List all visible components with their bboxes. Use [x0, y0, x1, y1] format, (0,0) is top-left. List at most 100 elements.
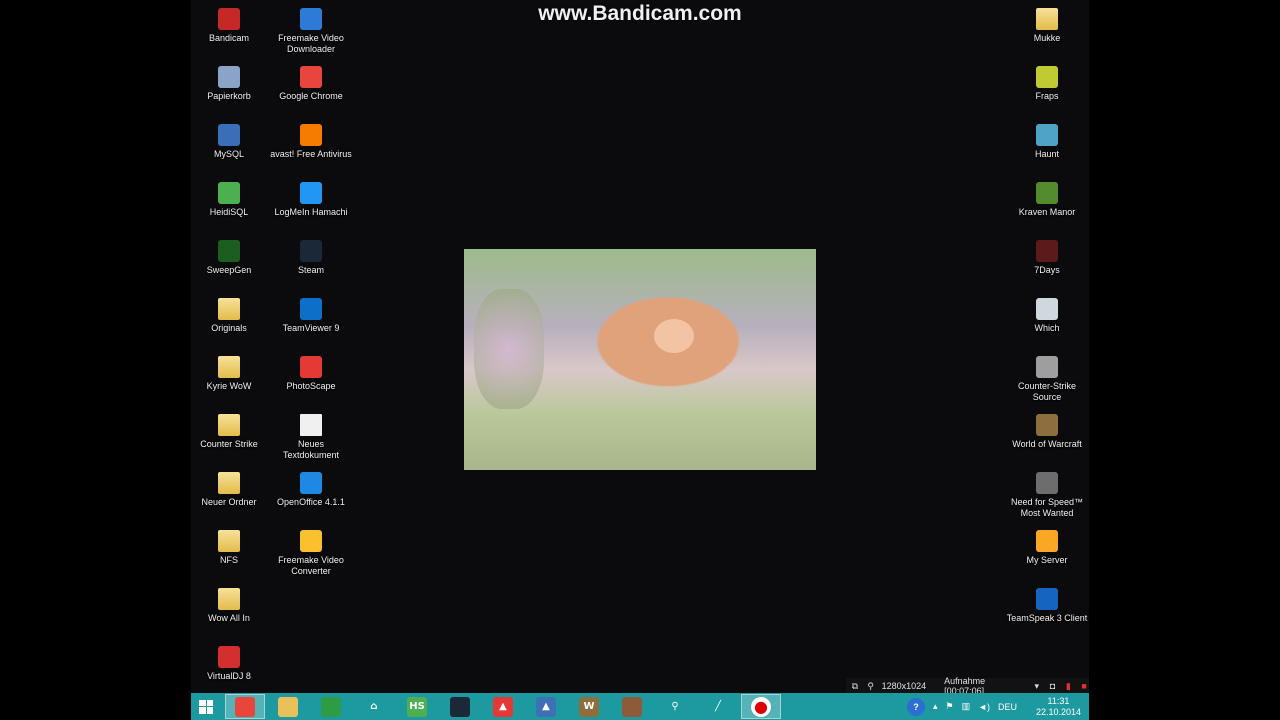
- start-button[interactable]: [191, 693, 221, 720]
- desktop-shortcut[interactable]: NFS: [191, 526, 272, 582]
- desktop-shortcut-label: Wow All In: [208, 613, 250, 623]
- desktop-shortcut-label: Counter Strike: [200, 439, 258, 449]
- desktop-shortcut[interactable]: avast! Free Antivirus: [268, 120, 354, 176]
- wallpaper-cat: [654, 319, 694, 353]
- hamachi-icon: [300, 182, 322, 204]
- desktop-shortcut[interactable]: My Server: [1004, 526, 1089, 582]
- desktop-shortcut[interactable]: Freemake Video Downloader: [268, 4, 354, 60]
- game-icon: [622, 696, 642, 717]
- taskbar-button-game[interactable]: [612, 694, 652, 719]
- zoom-icon[interactable]: ⚲: [866, 681, 876, 691]
- taskbar-button-home[interactable]: ⌂: [354, 694, 394, 719]
- desktop-shortcut-label: Kyrie WoW: [206, 381, 252, 391]
- desktop-shortcut[interactable]: 7Days: [1004, 236, 1089, 292]
- triangle-app-icon: ▲: [536, 696, 556, 717]
- desktop-shortcut-label: Need for Speed™ Most Wanted: [1010, 497, 1084, 518]
- taskbar-button-bandicam[interactable]: ●: [741, 694, 781, 719]
- haunt-icon: [1036, 124, 1058, 146]
- desktop-shortcut[interactable]: Counter-Strike Source: [1004, 352, 1089, 408]
- desktop-shortcut[interactable]: TeamViewer 9: [268, 294, 354, 350]
- desktop-shortcut[interactable]: Neues Textdokument: [268, 410, 354, 466]
- desktop-shortcut[interactable]: World of Warcraft: [1004, 410, 1089, 466]
- pause-icon[interactable]: ▮: [1063, 681, 1073, 691]
- desktop-shortcut[interactable]: Originals: [191, 294, 272, 350]
- photoscape-icon: [300, 356, 322, 378]
- taskbar-button-store[interactable]: [311, 694, 351, 719]
- taskbar-button-tool[interactable]: ╱: [698, 694, 738, 719]
- alert-icon: ▲: [493, 696, 513, 717]
- desktop-shortcut-label: Freemake Video Converter: [278, 555, 344, 576]
- taskbar-button-wow[interactable]: W: [569, 694, 609, 719]
- flag-icon[interactable]: ⚑: [946, 701, 954, 712]
- desktop-shortcut[interactable]: PhotoScape: [268, 352, 354, 408]
- taskbar-button-chrome[interactable]: [225, 694, 265, 719]
- taskbar-button-steam[interactable]: [440, 694, 480, 719]
- stop-record-icon[interactable]: ■: [1079, 681, 1089, 691]
- desktop-shortcut[interactable]: Haunt: [1004, 120, 1089, 176]
- window-icon[interactable]: ⧉: [850, 681, 860, 691]
- camera-icon[interactable]: ◘: [1048, 681, 1058, 691]
- desktop-shortcut[interactable]: Papierkorb: [191, 62, 272, 118]
- folder-icon: [218, 356, 240, 378]
- taskbar-button-app-blue[interactable]: ▲: [526, 694, 566, 719]
- network-icon[interactable]: ▥: [962, 701, 971, 712]
- windows-logo-icon: [199, 699, 213, 714]
- pen-icon: ╱: [708, 696, 728, 717]
- desktop-shortcut-label: Steam: [297, 265, 324, 275]
- kraven-manor-icon: [1036, 182, 1058, 204]
- text-document-icon: [300, 414, 322, 436]
- desktop-shortcut-label: Neues Textdokument: [282, 439, 340, 460]
- desktop-shortcut[interactable]: Fraps: [1004, 62, 1089, 118]
- desktop-shortcut-label: My Server: [1026, 555, 1068, 565]
- virtualdj-icon: [218, 646, 240, 668]
- keyboard-language[interactable]: DEU: [998, 702, 1017, 712]
- teamviewer-icon: [300, 298, 322, 320]
- desktop-shortcut[interactable]: MySQL: [191, 120, 272, 176]
- clock[interactable]: 11:31 22.10.2014: [1036, 696, 1081, 718]
- volume-icon[interactable]: ◄): [978, 702, 990, 712]
- desktop-shortcut[interactable]: Google Chrome: [268, 62, 354, 118]
- desktop-shortcut[interactable]: OpenOffice 4.1.1: [268, 468, 354, 524]
- folder-icon: [218, 530, 240, 552]
- desktop-shortcut-label: Fraps: [1035, 91, 1059, 101]
- desktop-shortcut[interactable]: Need for Speed™ Most Wanted: [1004, 468, 1089, 524]
- bandicam-icon: [218, 8, 240, 30]
- folder-icon: [1036, 8, 1058, 30]
- openoffice-icon: [300, 472, 322, 494]
- desktop-shortcut[interactable]: Wow All In: [191, 584, 272, 640]
- taskbar-button-heidisql[interactable]: HS: [397, 694, 437, 719]
- desktop-shortcut-label: Neuer Ordner: [201, 497, 257, 507]
- desktop-shortcut[interactable]: Freemake Video Converter: [268, 526, 354, 582]
- desktop-shortcut[interactable]: Mukke: [1004, 4, 1089, 60]
- help-icon[interactable]: ?: [907, 697, 925, 716]
- teamspeak-icon: [1036, 588, 1058, 610]
- desktop-shortcut[interactable]: LogMeIn Hamachi: [268, 178, 354, 234]
- desktop-shortcut[interactable]: Kraven Manor: [1004, 178, 1089, 234]
- desktop-shortcut-label: Google Chrome: [279, 91, 343, 101]
- home-icon: ⌂: [364, 696, 384, 717]
- desktop-shortcut[interactable]: VirtualDJ 8: [191, 642, 272, 698]
- taskbar-button-explorer[interactable]: [268, 694, 308, 719]
- desktop-shortcut[interactable]: SweepGen: [191, 236, 272, 292]
- dropdown-icon[interactable]: ▾: [1032, 681, 1042, 691]
- 7days-icon: [1036, 240, 1058, 262]
- heidisql-icon: HS: [407, 696, 427, 717]
- desktop-shortcut-label: Kraven Manor: [1018, 207, 1076, 217]
- chrome-icon: [300, 66, 322, 88]
- desktop-shortcut[interactable]: Neuer Ordner: [191, 468, 272, 524]
- desktop-shortcut[interactable]: HeidiSQL: [191, 178, 272, 234]
- desktop-shortcut[interactable]: TeamSpeak 3 Client: [1004, 584, 1089, 640]
- desktop-shortcut-label: Counter-Strike Source: [1017, 381, 1077, 402]
- taskbar-button-search[interactable]: ⚲: [655, 694, 695, 719]
- desktop-shortcut[interactable]: Counter Strike: [191, 410, 272, 466]
- folder-icon: [218, 472, 240, 494]
- wow-icon: [1036, 414, 1058, 436]
- desktop-shortcut[interactable]: Which: [1004, 294, 1089, 350]
- chevron-up-icon[interactable]: ▴: [933, 701, 938, 712]
- chrome-icon: [235, 696, 255, 717]
- desktop-shortcut[interactable]: Kyrie WoW: [191, 352, 272, 408]
- taskbar-button-avast[interactable]: ▲: [483, 694, 523, 719]
- folder-icon: [218, 414, 240, 436]
- desktop-shortcut[interactable]: Bandicam: [191, 4, 272, 60]
- desktop-shortcut[interactable]: Steam: [268, 236, 354, 292]
